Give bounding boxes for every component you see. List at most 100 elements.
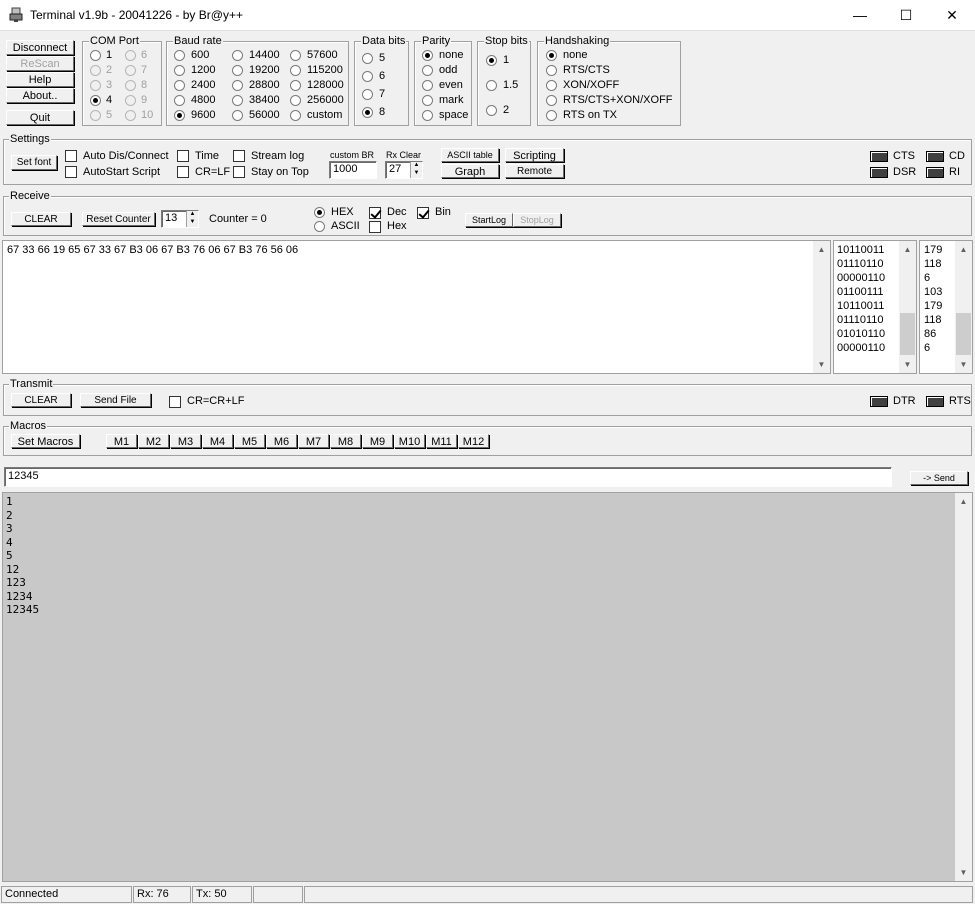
baud-radio-9600[interactable]: [174, 110, 185, 121]
macro-button-m6[interactable]: M6: [266, 434, 297, 448]
databits-radio-5[interactable]: [362, 53, 373, 64]
baud-radio-38400[interactable]: [232, 95, 243, 106]
macro-button-m3[interactable]: M3: [170, 434, 201, 448]
baud-radio-256000[interactable]: [290, 95, 301, 106]
hex-radio[interactable]: [314, 207, 325, 218]
hs-radio-rts-on-tx[interactable]: [546, 110, 557, 121]
databits-radio-7[interactable]: [362, 89, 373, 100]
databits-radio-8[interactable]: [362, 107, 373, 118]
com-radio-10[interactable]: [125, 110, 136, 121]
parity-radio-mark[interactable]: [422, 95, 433, 106]
baud-radio-custom[interactable]: [290, 110, 301, 121]
receive-dec-area[interactable]: 179 118 6 103 179 118 86 6 ▲ ▼: [919, 240, 973, 374]
macro-button-m1[interactable]: M1: [106, 434, 137, 448]
hs-radio-xonxoff[interactable]: [546, 80, 557, 91]
baud-radio-14400[interactable]: [232, 50, 243, 61]
baud-radio-4800[interactable]: [174, 95, 185, 106]
baud-radio-600[interactable]: [174, 50, 185, 61]
scroll-up-icon[interactable]: ▲: [899, 241, 916, 258]
com-radio-6[interactable]: [125, 50, 136, 61]
stopbits-radio-2[interactable]: [486, 105, 497, 116]
auto-disconnect-checkbox[interactable]: [65, 150, 77, 162]
com-radio-4[interactable]: [90, 95, 101, 106]
stop-log-button[interactable]: StopLog: [513, 213, 561, 227]
baud-radio-57600[interactable]: [290, 50, 301, 61]
parity-radio-even[interactable]: [422, 80, 433, 91]
com-radio-9[interactable]: [125, 95, 136, 106]
transmit-log-area[interactable]: 1 2 3 4 5 12 123 1234 12345 ▲ ▼: [2, 492, 973, 882]
hs-radio-none[interactable]: [546, 50, 557, 61]
parity-radio-odd[interactable]: [422, 65, 433, 76]
rescan-button[interactable]: ReScan: [6, 56, 74, 71]
send-button[interactable]: -> Send: [910, 471, 968, 485]
reset-counter-button[interactable]: Reset Counter: [82, 212, 155, 226]
databits-radio-6[interactable]: [362, 71, 373, 82]
macro-button-m8[interactable]: M8: [330, 434, 361, 448]
ascii-radio[interactable]: [314, 221, 325, 232]
transmit-log-scrollbar[interactable]: ▲ ▼: [955, 493, 972, 881]
baud-radio-19200[interactable]: [232, 65, 243, 76]
time-checkbox[interactable]: [177, 150, 189, 162]
scroll-up-icon[interactable]: ▲: [955, 493, 972, 510]
rx-clear-spinner[interactable]: ▲ ▼: [410, 162, 422, 178]
maximize-button[interactable]: ☐: [883, 0, 929, 31]
stream-log-checkbox[interactable]: [233, 150, 245, 162]
ascii-table-button[interactable]: ASCII table: [441, 148, 499, 162]
counter-spinner[interactable]: ▲ ▼: [186, 211, 198, 227]
baud-radio-2400[interactable]: [174, 80, 185, 91]
scroll-thumb[interactable]: [900, 313, 915, 355]
scroll-thumb[interactable]: [956, 313, 971, 355]
about-button[interactable]: About..: [6, 88, 74, 103]
hex-checkbox[interactable]: [369, 221, 381, 233]
dec-checkbox[interactable]: [369, 207, 381, 219]
close-button[interactable]: ✕: [929, 0, 975, 31]
hs-radio-rtscts-xonxoff[interactable]: [546, 95, 557, 106]
com-radio-2[interactable]: [90, 65, 101, 76]
macro-button-m7[interactable]: M7: [298, 434, 329, 448]
send-file-button[interactable]: Send File: [80, 393, 151, 407]
macro-button-m5[interactable]: M5: [234, 434, 265, 448]
receive-hex-scrollbar[interactable]: ▲ ▼: [813, 241, 830, 373]
stopbits-radio-1-5[interactable]: [486, 80, 497, 91]
com-radio-7[interactable]: [125, 65, 136, 76]
disconnect-button[interactable]: Disconnect: [6, 40, 74, 55]
scroll-down-icon[interactable]: ▼: [899, 356, 916, 373]
macro-button-m4[interactable]: M4: [202, 434, 233, 448]
macro-button-m9[interactable]: M9: [362, 434, 393, 448]
rts-led[interactable]: [926, 396, 944, 407]
baud-radio-1200[interactable]: [174, 65, 185, 76]
scroll-down-icon[interactable]: ▼: [955, 864, 972, 881]
scroll-up-icon[interactable]: ▲: [813, 241, 830, 258]
receive-bin-area[interactable]: 10110011 01110110 00000110 01100111 10110011…: [833, 240, 917, 374]
baud-radio-56000[interactable]: [232, 110, 243, 121]
baud-radio-115200[interactable]: [290, 65, 301, 76]
macro-button-m10[interactable]: M10: [394, 434, 425, 448]
com-radio-5[interactable]: [90, 110, 101, 121]
remote-button[interactable]: Remote: [505, 164, 564, 178]
scroll-down-icon[interactable]: ▼: [813, 356, 830, 373]
baud-radio-28800[interactable]: [232, 80, 243, 91]
send-input[interactable]: 12345: [4, 467, 892, 487]
hs-radio-rtscts[interactable]: [546, 65, 557, 76]
com-radio-1[interactable]: [90, 50, 101, 61]
help-button[interactable]: Help: [6, 72, 74, 87]
baud-radio-128000[interactable]: [290, 80, 301, 91]
quit-button[interactable]: Quit: [6, 110, 74, 125]
macro-button-m11[interactable]: M11: [426, 434, 457, 448]
set-font-button[interactable]: Set font: [11, 155, 57, 170]
com-radio-3[interactable]: [90, 80, 101, 91]
parity-radio-space[interactable]: [422, 110, 433, 121]
custom-br-input[interactable]: 1000: [329, 161, 377, 179]
cr-crlf-checkbox[interactable]: [169, 396, 181, 408]
start-log-button[interactable]: StartLog: [465, 213, 513, 227]
scripting-button[interactable]: Scripting: [505, 148, 564, 162]
com-radio-8[interactable]: [125, 80, 136, 91]
receive-clear-button[interactable]: CLEAR: [11, 212, 71, 226]
receive-hex-area[interactable]: 67 33 66 19 65 67 33 67 B3 06 67 B3 76 0…: [2, 240, 831, 374]
macro-button-m2[interactable]: M2: [138, 434, 169, 448]
stopbits-radio-1[interactable]: [486, 55, 497, 66]
scroll-down-icon[interactable]: ▼: [955, 356, 972, 373]
scroll-up-icon[interactable]: ▲: [955, 241, 972, 258]
parity-radio-none[interactable]: [422, 50, 433, 61]
stay-on-top-checkbox[interactable]: [233, 166, 245, 178]
